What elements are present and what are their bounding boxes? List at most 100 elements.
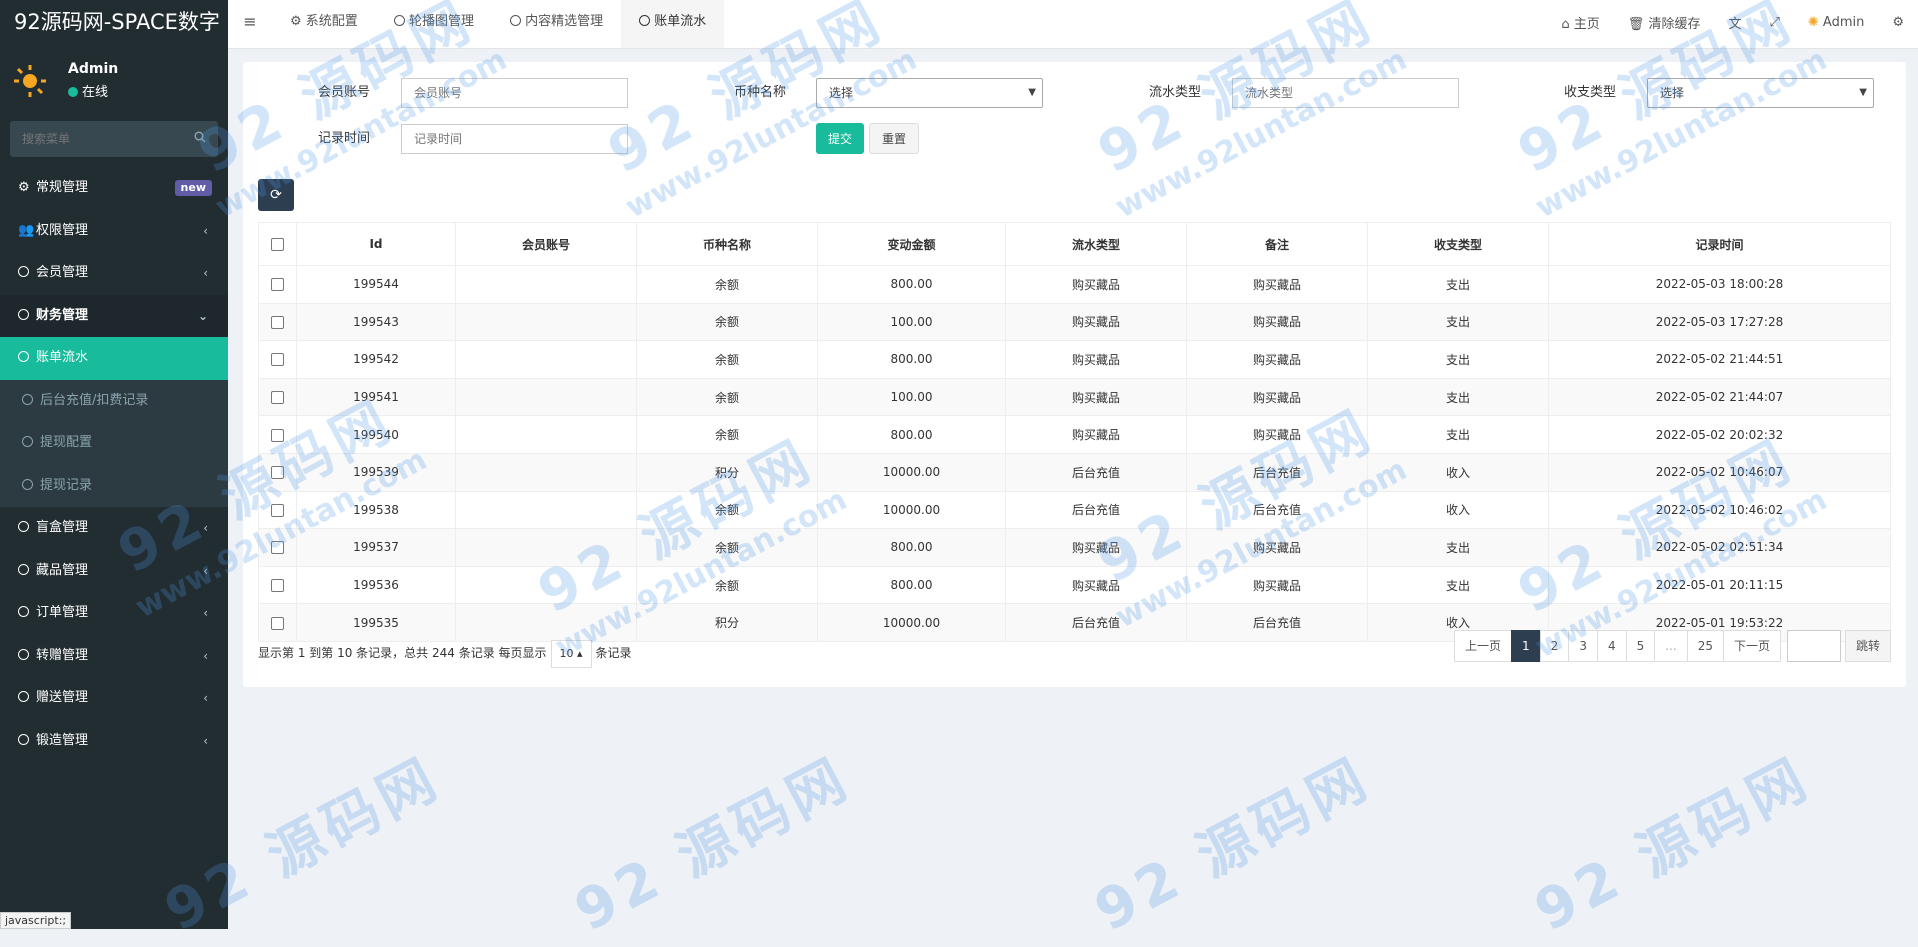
prev-page-button[interactable]: 上一页 (1454, 630, 1513, 662)
sidebar-item-transfer[interactable]: 转赠管理 ‹ (0, 635, 228, 678)
sidebar-item-gift[interactable]: 赠送管理 ‹ (0, 677, 228, 720)
reset-button[interactable]: 重置 (869, 123, 920, 154)
cell-account (455, 302, 637, 342)
sidebar-item-permission[interactable]: 👥 权限管理 ‹ (0, 210, 228, 253)
io-type-select[interactable]: 选择 ▼ (1647, 78, 1874, 108)
cell-amount: 800.00 (817, 265, 1006, 304)
table-row[interactable]: 199541 余额 100.00 购买藏品 购买藏品 支出 2022-05-02 21:44… (258, 377, 1891, 417)
record-time-input[interactable] (401, 124, 628, 154)
row-checkbox-cell (258, 603, 297, 642)
sidebar-item-member[interactable]: 会员管理 ‹ (0, 252, 228, 295)
submit-button[interactable]: 提交 (816, 123, 865, 154)
row-checkbox[interactable] (271, 541, 284, 555)
sidebar-item-blindbox[interactable]: 盲盒管理 ‹ (0, 507, 228, 550)
table-row[interactable]: 199536 余额 800.00 购买藏品 购买藏品 支出 2022-05-01 20:11… (258, 565, 1891, 605)
home-link[interactable]: ⌂ 主页 (1547, 13, 1613, 32)
row-checkbox[interactable] (271, 278, 284, 292)
row-checkbox[interactable] (271, 315, 284, 329)
gear-icon: ⚙ (290, 14, 306, 29)
col-record-time[interactable]: 记录时间 (1548, 222, 1891, 266)
content-panel: 会员账号 币种名称 选择 ▼ 流水类型 收支类型 选择 ▼ 记录时间 提交 重置 ⟳… (243, 62, 1906, 687)
col-currency[interactable]: 币种名称 (636, 222, 818, 266)
tab-bill-flow[interactable]: 账单流水 (621, 0, 725, 48)
currency-select[interactable]: 选择 ▼ (816, 78, 1043, 108)
col-member-account[interactable]: 会员账号 (455, 222, 637, 266)
cell-account (455, 452, 637, 492)
page-3-button[interactable]: 3 (1568, 630, 1598, 662)
menu-search-input[interactable] (10, 121, 218, 157)
flow-type-input[interactable] (1232, 78, 1459, 108)
table-row[interactable]: 199544 余额 800.00 购买藏品 购买藏品 支出 2022-05-03 18:00… (258, 265, 1891, 304)
table-row[interactable]: 199540 余额 800.00 购买藏品 购买藏品 支出 2022-05-02 20:02… (258, 415, 1891, 454)
select-all-checkbox[interactable] (271, 238, 284, 251)
page-25-button[interactable]: 25 (1686, 630, 1724, 662)
page-4-button[interactable]: 4 (1596, 630, 1627, 662)
row-checkbox[interactable] (271, 353, 284, 367)
member-account-input[interactable] (401, 78, 628, 108)
col-remark[interactable]: 备注 (1186, 222, 1368, 266)
chevron-left-icon: ‹ (203, 648, 208, 663)
page-size-select[interactable]: 10 ▴ (550, 640, 592, 668)
row-checkbox[interactable] (271, 503, 284, 517)
cell-flow: 购买藏品 (1005, 565, 1187, 605)
sidebar-item-recharge-record[interactable]: 后台充值/扣费记录 (0, 379, 228, 422)
sidebar-item-finance[interactable]: 财务管理 ⌄ (0, 294, 228, 337)
col-flow-type[interactable]: 流水类型 (1005, 222, 1187, 266)
page-1-button[interactable]: 1 (1511, 630, 1541, 662)
table-row[interactable]: 199539 积分 10000.00 后台充值 后台充值 收入 2022-05-02 10:… (258, 452, 1891, 492)
sidebar-item-withdraw-config[interactable]: 提现配置 (0, 422, 228, 465)
cell-account (455, 415, 637, 454)
cell-currency: 余额 (636, 565, 818, 605)
admin-avatar-icon: ✺ (1807, 14, 1823, 30)
settings-icon[interactable]: ⚙ (1878, 15, 1918, 30)
tab-carousel[interactable]: 轮播图管理 (376, 0, 492, 48)
cell-account (455, 603, 637, 642)
jump-page-input[interactable] (1786, 630, 1841, 662)
tab-featured-content[interactable]: 内容精选管理 (492, 0, 621, 48)
row-checkbox[interactable] (271, 428, 284, 442)
cell-time: 2022-05-01 20:11:15 (1548, 565, 1891, 605)
row-checkbox[interactable] (271, 466, 284, 480)
refresh-icon: ⟳ (270, 187, 282, 203)
cell-amount: 800.00 (817, 528, 1006, 567)
cell-account (455, 377, 637, 417)
cell-id: 199540 (296, 415, 456, 454)
cell-amount: 10000.00 (817, 490, 1006, 530)
col-io-type[interactable]: 收支类型 (1367, 222, 1549, 266)
sidebar-item-forge[interactable]: 锻造管理 ‹ (0, 720, 228, 763)
table-row[interactable]: 199538 余额 10000.00 后台充值 后台充值 收入 2022-05-02 10:… (258, 490, 1891, 530)
page-2-button[interactable]: 2 (1539, 630, 1570, 662)
sidebar-item-order[interactable]: 订单管理 ‹ (0, 592, 228, 635)
home-label: 主页 (1573, 16, 1600, 32)
page-size-value: 10 (559, 647, 574, 660)
clear-cache-link[interactable]: 🗑 清除缓存 (1614, 13, 1715, 32)
watermark: 92 源码网 (559, 734, 863, 947)
page-5-button[interactable]: 5 (1625, 630, 1656, 662)
col-id[interactable]: Id (296, 222, 456, 266)
fullscreen-icon[interactable]: ⤢ (1755, 15, 1793, 30)
refresh-button[interactable]: ⟳ (258, 179, 294, 211)
table-row[interactable]: 199537 余额 800.00 购买藏品 购买藏品 支出 2022-05-02 02:51… (258, 528, 1891, 567)
tab-system-config[interactable]: ⚙ 系统配置 (272, 0, 376, 48)
sidebar-item-withdraw-record[interactable]: 提现记录 (0, 464, 228, 507)
app-logo[interactable]: 92源码网-SPACE数字 (0, 0, 228, 45)
sidebar-item-collection[interactable]: 藏品管理 ‹ (0, 550, 228, 593)
cell-amount: 800.00 (817, 565, 1006, 605)
table-row[interactable]: 199543 余额 100.00 购买藏品 购买藏品 支出 2022-05-03 17:27… (258, 302, 1891, 342)
sidebar-item-bill-flow[interactable]: 账单流水 (0, 337, 228, 380)
search-icon[interactable] (194, 131, 206, 147)
next-page-button[interactable]: 下一页 (1722, 630, 1781, 662)
admin-menu[interactable]: ✺ Admin (1794, 15, 1878, 30)
jump-button[interactable]: 跳转 (1844, 630, 1891, 662)
cell-amount: 800.00 (817, 415, 1006, 454)
cell-id: 199536 (296, 565, 456, 605)
menu-toggle-icon[interactable]: ≡ (228, 0, 272, 48)
row-checkbox[interactable] (271, 579, 284, 593)
col-amount[interactable]: 变动金额 (817, 222, 1006, 266)
row-checkbox[interactable] (271, 391, 284, 405)
row-checkbox[interactable] (271, 616, 284, 630)
language-icon[interactable]: 文 (1714, 13, 1755, 32)
chevron-down-icon: ⌄ (197, 308, 208, 323)
sidebar-item-general[interactable]: ⚙ 常规管理 new (0, 167, 228, 210)
table-row[interactable]: 199542 余额 800.00 购买藏品 购买藏品 支出 2022-05-02 21:44… (258, 340, 1891, 379)
